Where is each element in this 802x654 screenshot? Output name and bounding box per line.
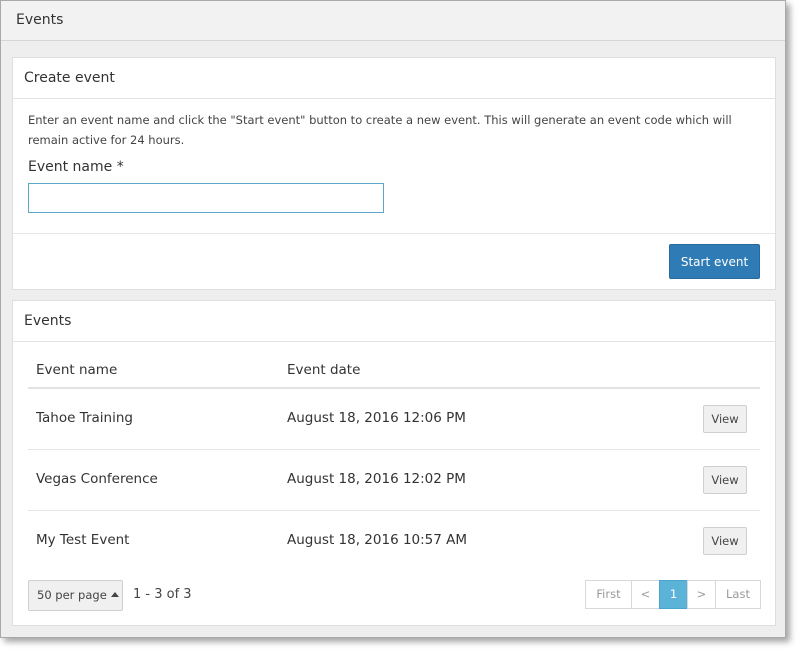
create-event-panel-title: Create event bbox=[13, 58, 775, 99]
pagination: First < 1 > Last bbox=[585, 580, 761, 609]
pager-page-1[interactable]: 1 bbox=[659, 580, 688, 609]
create-event-description: Enter an event name and click the "Start… bbox=[28, 113, 732, 147]
column-header-event-date[interactable]: Event date bbox=[287, 362, 360, 378]
pager-last[interactable]: Last bbox=[715, 580, 761, 609]
table-row: Tahoe Training August 18, 2016 12:06 PM … bbox=[28, 389, 760, 450]
table-row: Vegas Conference August 18, 2016 12:02 P… bbox=[28, 450, 760, 511]
page-title: Events bbox=[16, 12, 64, 28]
per-page-label: 50 per page bbox=[37, 588, 107, 602]
page-header: Events bbox=[1, 1, 785, 41]
event-name-cell: Tahoe Training bbox=[36, 410, 133, 426]
per-page-select[interactable]: 50 per page bbox=[28, 580, 123, 611]
view-button[interactable]: View bbox=[703, 527, 747, 555]
results-count: 1 - 3 of 3 bbox=[133, 587, 192, 602]
pager-first[interactable]: First bbox=[585, 580, 632, 609]
event-date-cell: August 18, 2016 12:02 PM bbox=[287, 471, 466, 487]
caret-up-icon bbox=[110, 592, 119, 597]
start-event-button[interactable]: Start event bbox=[669, 244, 760, 279]
event-date-cell: August 18, 2016 12:06 PM bbox=[287, 410, 466, 426]
event-name-label: Event name * bbox=[28, 159, 124, 175]
column-header-event-name[interactable]: Event name bbox=[36, 362, 117, 378]
view-button[interactable]: View bbox=[703, 405, 747, 433]
view-button[interactable]: View bbox=[703, 466, 747, 494]
table-row: My Test Event August 18, 2016 10:57 AM V… bbox=[28, 511, 760, 572]
event-name-cell: Vegas Conference bbox=[36, 471, 158, 487]
pager-next[interactable]: > bbox=[687, 580, 716, 609]
events-list-panel: Events Event name Event date Tahoe Train… bbox=[12, 300, 776, 626]
event-name-cell: My Test Event bbox=[36, 532, 130, 548]
pager-prev[interactable]: < bbox=[631, 580, 660, 609]
event-name-input[interactable] bbox=[28, 183, 384, 213]
event-date-cell: August 18, 2016 10:57 AM bbox=[287, 532, 468, 548]
events-table-header: Event name Event date bbox=[28, 342, 760, 389]
events-window: Events Create event Enter an event name … bbox=[0, 0, 786, 638]
create-panel-footer-divider bbox=[13, 233, 775, 234]
events-panel-title: Events bbox=[13, 301, 775, 342]
create-event-panel: Create event Enter an event name and cli… bbox=[12, 57, 776, 290]
